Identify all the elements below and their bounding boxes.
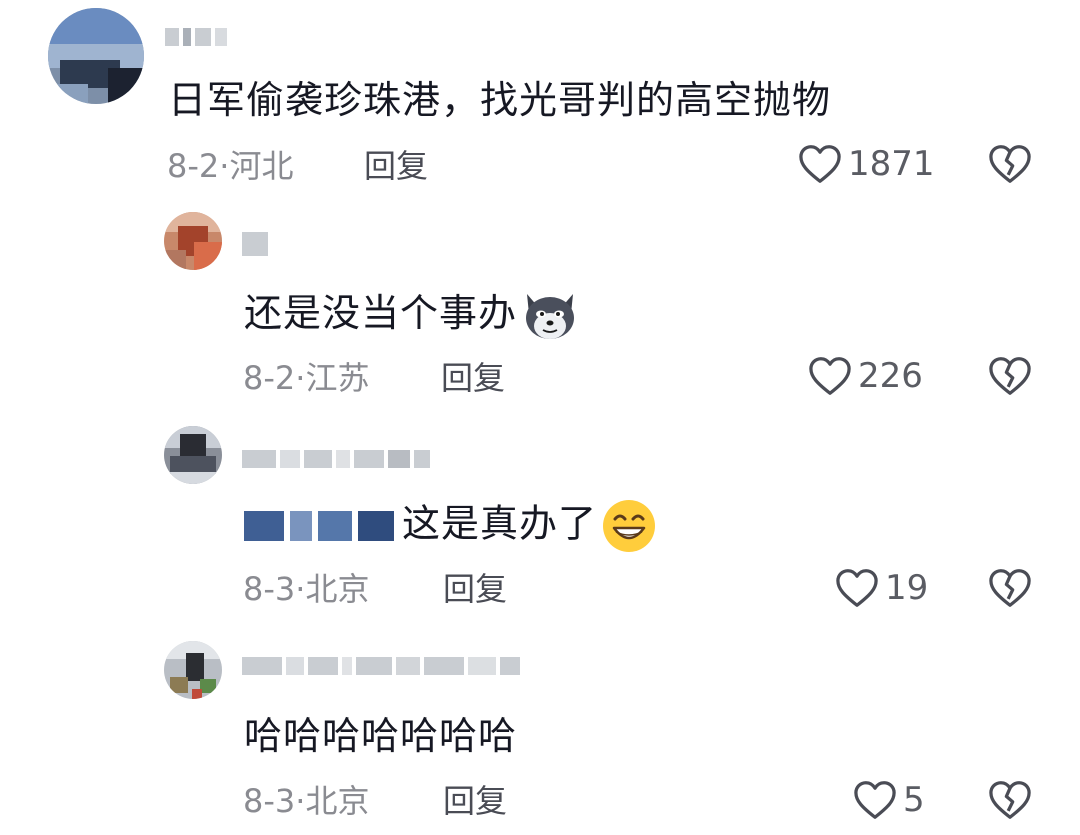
- dislike-button[interactable]: [988, 144, 1032, 184]
- comment-location: 江苏: [305, 359, 370, 397]
- heart-icon: [799, 145, 841, 183]
- comment-date: 8-2: [167, 147, 220, 185]
- comment-date: 8-3: [243, 570, 296, 608]
- like-button[interactable]: 19: [835, 568, 928, 608]
- broken-heart-icon: [989, 569, 1031, 607]
- comment-text: 还是没当个事办: [244, 288, 579, 342]
- meta-separator: ·: [295, 570, 306, 608]
- avatar[interactable]: [164, 426, 222, 484]
- like-count: 19: [885, 568, 929, 608]
- comment-date: 8-2: [243, 359, 296, 397]
- meta-separator: ·: [295, 782, 306, 820]
- heart-icon: [854, 781, 896, 819]
- avatar[interactable]: [164, 641, 222, 699]
- husky-dog-emoji: [526, 293, 575, 339]
- comment-text: 日军偷袭珍珠港，找光哥判的高空抛物: [168, 78, 832, 122]
- broken-heart-icon: [989, 357, 1031, 395]
- comment-meta: 8-3·北京: [243, 569, 369, 609]
- username-blurred[interactable]: [165, 24, 227, 50]
- like-button[interactable]: 226: [808, 356, 923, 396]
- dislike-button[interactable]: [988, 780, 1032, 820]
- username-blurred[interactable]: [242, 231, 268, 257]
- grinning-face-emoji: [603, 500, 656, 552]
- comment-location: 北京: [305, 570, 370, 608]
- mention-blurred[interactable]: [244, 506, 394, 546]
- dislike-button[interactable]: [988, 356, 1032, 396]
- meta-separator: ·: [219, 147, 230, 185]
- reply-button[interactable]: 回复: [443, 781, 507, 821]
- meta-separator: ·: [295, 359, 306, 397]
- broken-heart-icon: [989, 781, 1031, 819]
- comment-meta: 8-2·河北: [167, 146, 293, 186]
- like-button[interactable]: 1871: [798, 144, 935, 184]
- avatar[interactable]: [48, 8, 144, 104]
- like-count: 5: [903, 780, 925, 820]
- broken-heart-icon: [989, 145, 1031, 183]
- like-count: 226: [858, 356, 923, 396]
- comment-meta: 8-3·北京: [243, 781, 369, 821]
- username-blurred[interactable]: [242, 653, 520, 679]
- dislike-button[interactable]: [988, 568, 1032, 608]
- reply-button[interactable]: 回复: [443, 569, 507, 609]
- like-button[interactable]: 5: [853, 780, 925, 820]
- heart-icon: [836, 569, 878, 607]
- username-blurred[interactable]: [242, 446, 430, 472]
- comment-meta: 8-2·江苏: [243, 358, 369, 398]
- like-count: 1871: [848, 144, 935, 184]
- avatar[interactable]: [164, 212, 222, 270]
- comment-text: 这是真办了: [244, 498, 657, 554]
- comment-location: 北京: [305, 782, 370, 820]
- comment-location: 河北: [229, 147, 294, 185]
- reply-button[interactable]: 回复: [364, 146, 428, 186]
- heart-icon: [809, 357, 851, 395]
- comment-date: 8-3: [243, 782, 296, 820]
- reply-button[interactable]: 回复: [441, 358, 505, 398]
- comment-text: 哈哈哈哈哈哈哈: [244, 714, 518, 758]
